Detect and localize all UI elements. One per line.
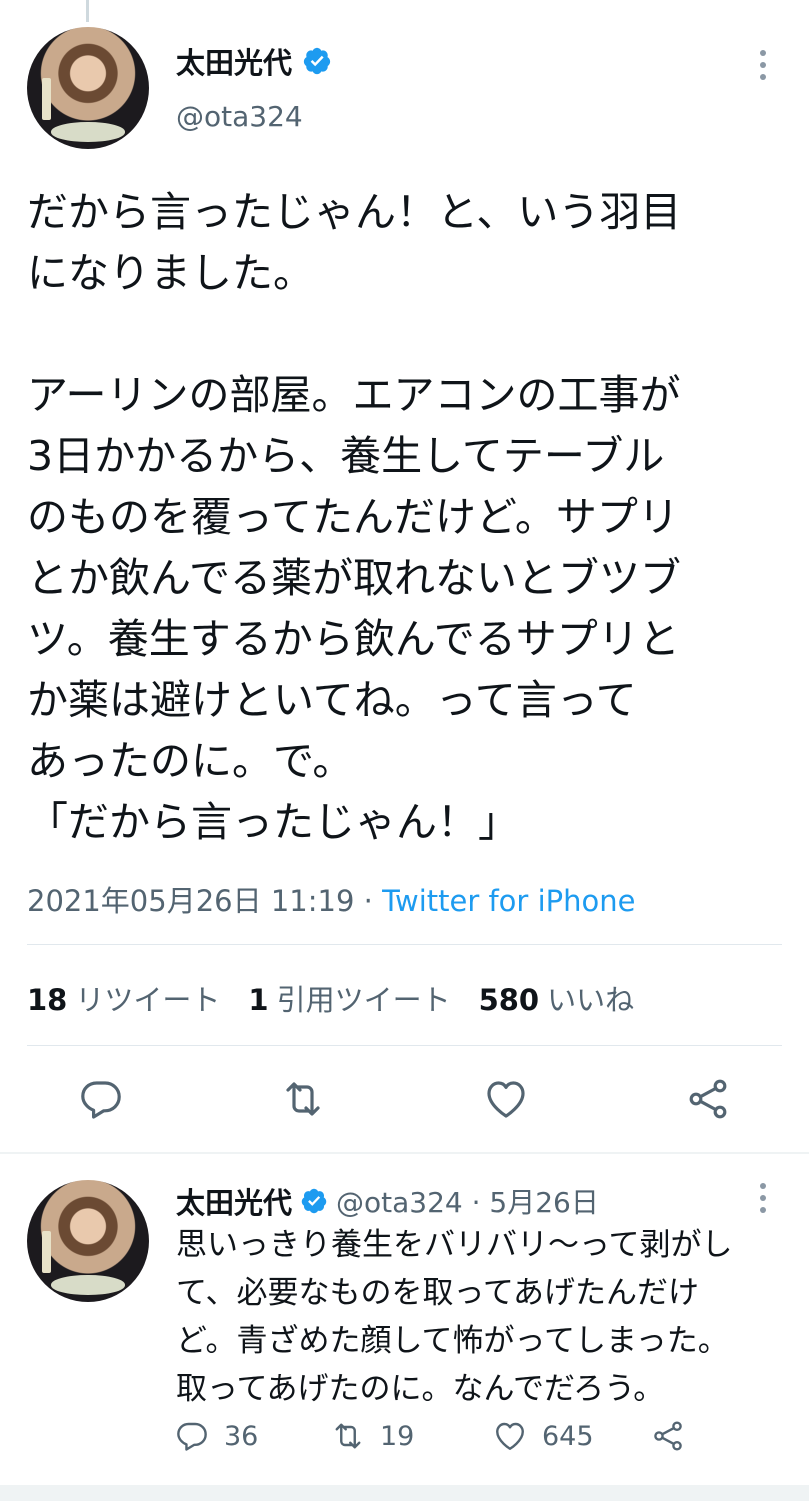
- quotes-count: 1: [248, 983, 269, 1017]
- reply-action-bar: 36 19 645: [0, 1418, 809, 1462]
- reply-avatar[interactable]: [27, 1180, 149, 1302]
- quotes-label: 引用ツイート: [276, 983, 451, 1017]
- avatar-glass-detail: [41, 1231, 52, 1273]
- section-divider: [0, 1152, 809, 1154]
- retweet-count: 19: [380, 1420, 415, 1452]
- likes-count: 580: [478, 983, 540, 1017]
- share-icon: [654, 1421, 682, 1451]
- tweet-action-bar: [0, 1075, 809, 1127]
- avatar[interactable]: [27, 27, 149, 149]
- reply-text: 思いっきり養生をバリバリ〜って剥がし て、必要なものを取ってあげたんだけ ど。青…: [176, 1227, 733, 1407]
- share-button[interactable]: [650, 1418, 686, 1454]
- reply-count: 36: [224, 1420, 259, 1452]
- reply-icon: [177, 1422, 207, 1451]
- author-name-row[interactable]: 太田光代: [176, 40, 332, 82]
- like-button[interactable]: 645: [492, 1418, 594, 1454]
- retweets-count: 18: [27, 983, 68, 1017]
- heart-icon[interactable]: [482, 1075, 530, 1123]
- likes-label: いいね: [547, 983, 635, 1017]
- quotes-stat[interactable]: 1 引用ツイート: [248, 977, 450, 1019]
- thread-connector-line: [86, 0, 89, 22]
- likes-stat[interactable]: 580 いいね: [479, 977, 635, 1019]
- display-name[interactable]: 太田光代: [176, 40, 292, 82]
- retweets-stat[interactable]: 18 リツイート: [27, 977, 220, 1019]
- share-icon[interactable]: [684, 1075, 732, 1123]
- tweet-meta: 2021年05月26日 11:19 · Twitter for iPhone: [27, 878, 635, 920]
- tweet-text: だから言ったじゃん！と、いう羽目 になりました。 アーリンの部屋。エアコンの工事…: [27, 188, 682, 846]
- reply-button[interactable]: 36: [174, 1418, 258, 1454]
- retweet-icon[interactable]: [279, 1075, 327, 1123]
- tweet-source-link[interactable]: Twitter for iPhone: [382, 884, 635, 918]
- reply-icon[interactable]: [77, 1075, 125, 1123]
- retweet-icon: [335, 1423, 361, 1449]
- avatar-plate-detail: [51, 1275, 125, 1295]
- more-vertical-icon[interactable]: [760, 50, 766, 80]
- more-vertical-icon[interactable]: [760, 1183, 766, 1213]
- verified-badge-icon: [303, 47, 331, 75]
- retweets-label: リツイート: [75, 983, 221, 1017]
- like-count: 645: [542, 1420, 594, 1452]
- divider: [27, 1045, 782, 1046]
- bottom-divider: [0, 1485, 809, 1501]
- engagement-stats: 18 リツイート 1 引用ツイート 580 いいね: [27, 977, 634, 1019]
- retweet-button[interactable]: 19: [330, 1418, 414, 1454]
- reply-handle-and-date[interactable]: @ota324 · 5月26日: [336, 1181, 599, 1221]
- reply-display-name[interactable]: 太田光代: [176, 1180, 292, 1222]
- heart-icon: [496, 1422, 524, 1450]
- tweet-timestamp[interactable]: 2021年05月26日 11:19 ·: [27, 884, 382, 918]
- divider: [27, 944, 782, 945]
- reply-author-row[interactable]: 太田光代 @ota324 · 5月26日: [176, 1180, 599, 1222]
- verified-badge-icon: [301, 1188, 327, 1214]
- avatar-glass-detail: [41, 78, 52, 120]
- author-handle[interactable]: @ota324: [176, 100, 303, 133]
- avatar-plate-detail: [51, 122, 125, 142]
